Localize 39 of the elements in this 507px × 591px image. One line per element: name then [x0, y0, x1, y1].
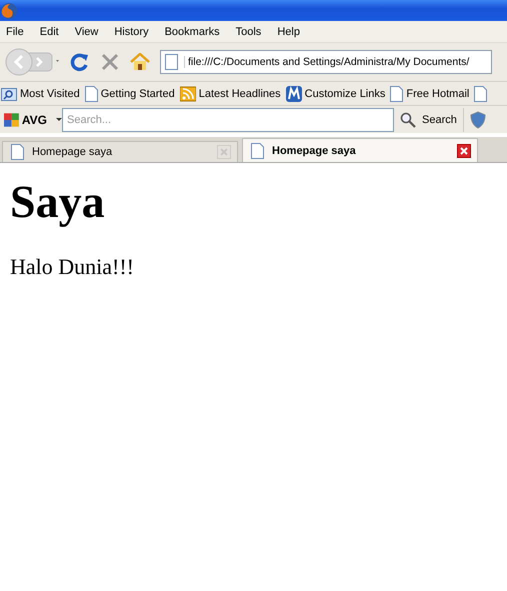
- menu-item[interactable]: Help: [271, 26, 306, 38]
- tab[interactable]: Homepage saya: [242, 138, 478, 162]
- avg-logo-icon: [4, 110, 19, 128]
- bookmark-link[interactable]: Latest Headlines: [178, 86, 281, 102]
- menu-item[interactable]: History: [108, 26, 155, 38]
- m-logo-icon: [286, 86, 302, 102]
- search-button[interactable]: Search: [394, 108, 464, 132]
- home-icon[interactable]: [130, 53, 150, 71]
- tab[interactable]: Homepage saya: [2, 141, 238, 162]
- menu-item[interactable]: Bookmarks: [158, 26, 226, 38]
- back-forward-buttons[interactable]: [4, 47, 62, 77]
- page-icon: [474, 86, 488, 102]
- bookmark-link[interactable]: Most Visited: [0, 86, 80, 102]
- menu-item[interactable]: Tools: [230, 26, 268, 38]
- menu-item[interactable]: File: [0, 26, 30, 38]
- reload-icon[interactable]: [70, 52, 90, 72]
- page-icon: [390, 86, 404, 102]
- page-icon: [11, 144, 24, 160]
- search-field[interactable]: Search...: [62, 108, 394, 132]
- page-paragraph: Halo Dunia!!!: [10, 254, 136, 280]
- search-icon: [400, 112, 416, 128]
- address-field[interactable]: file:///C:/Documents and Settings/Administra/My Documents/: [160, 50, 492, 74]
- shield-icon[interactable]: [470, 110, 486, 128]
- feed-icon: [180, 86, 196, 102]
- bookmark-link[interactable]: Free Hotmail: [389, 86, 470, 102]
- address-text: file:///C:/Documents and Settings/Administra/My Documents/: [184, 56, 470, 68]
- page-icon: [165, 54, 178, 70]
- bookmark-link[interactable]: Getting Started: [84, 86, 175, 102]
- browser-logo-icon: [0, 2, 18, 20]
- stop-icon[interactable]: [101, 53, 119, 71]
- menu-item[interactable]: Edit: [34, 26, 65, 38]
- close-icon[interactable]: [457, 144, 471, 158]
- page-icon: [84, 86, 98, 102]
- bookmark-link[interactable]: [473, 86, 488, 102]
- page-heading: Saya: [10, 177, 106, 228]
- menu-item[interactable]: View: [68, 26, 104, 38]
- bookmark-link[interactable]: Customize Links: [284, 86, 386, 102]
- page-icon: [251, 142, 264, 158]
- folder-search-icon: [1, 86, 17, 102]
